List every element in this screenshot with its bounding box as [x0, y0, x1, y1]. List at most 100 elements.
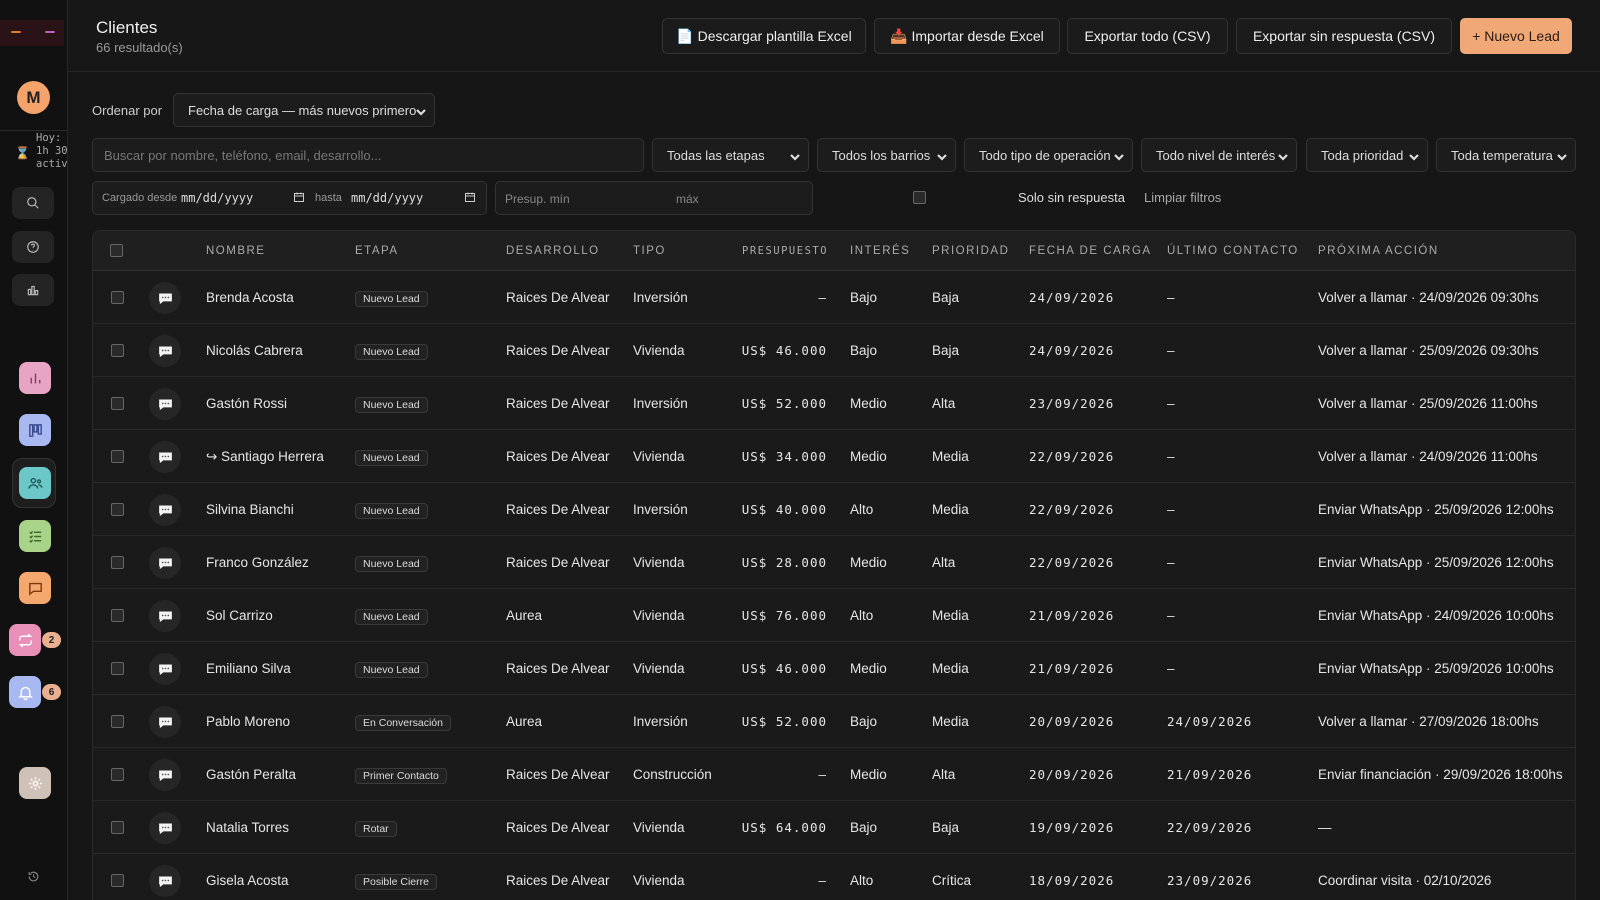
table-row[interactable]: ↪ Santiago Herrera Nuevo Lead Raices De …	[93, 430, 1575, 483]
whatsapp-button[interactable]	[149, 547, 181, 579]
sort-select[interactable]: Fecha de carga — más nuevos primero	[173, 93, 435, 127]
table-row[interactable]: Gastón Peralta Primer Contacto Raices De…	[93, 748, 1575, 801]
nav-messages[interactable]	[19, 572, 51, 604]
row-checkbox[interactable]	[111, 715, 124, 728]
whatsapp-button[interactable]	[149, 759, 181, 791]
history-button[interactable]	[27, 870, 41, 884]
budget-max-input[interactable]: máx	[676, 192, 699, 206]
whatsapp-button[interactable]	[149, 441, 181, 473]
date-from-input[interactable]: mm/dd/yyyy	[181, 191, 253, 205]
cell-nombre[interactable]: Gastón Peralta	[206, 767, 296, 782]
cell-nombre[interactable]: Silvina Bianchi	[206, 502, 294, 517]
table-row[interactable]: Brenda Acosta Nuevo Lead Raices De Alvea…	[93, 271, 1575, 324]
whatsapp-button[interactable]	[149, 600, 181, 632]
cell-presupuesto: —	[818, 767, 827, 782]
cell-nombre[interactable]: Pablo Moreno	[206, 714, 290, 729]
cell-nombre[interactable]: Nicolás Cabrera	[206, 343, 303, 358]
nav-tasks[interactable]	[19, 520, 51, 552]
row-checkbox[interactable]	[111, 821, 124, 834]
row-checkbox[interactable]	[111, 662, 124, 675]
cell-nombre[interactable]: Natalia Torres	[206, 820, 289, 835]
export-no-response-button[interactable]: Exportar sin respuesta (CSV)	[1236, 18, 1452, 54]
whatsapp-button[interactable]	[149, 494, 181, 526]
whatsapp-button[interactable]	[149, 812, 181, 844]
row-checkbox[interactable]	[111, 556, 124, 569]
col-header-desarrollo[interactable]: DESARROLLO	[506, 245, 600, 257]
nav-notifications[interactable]	[9, 676, 41, 708]
export-all-button[interactable]: Exportar todo (CSV)	[1067, 18, 1228, 54]
download-template-button[interactable]: 📄 Descargar plantilla Excel	[662, 18, 866, 54]
stage-filter[interactable]: Todas las etapas	[652, 138, 809, 172]
row-checkbox[interactable]	[111, 609, 124, 622]
cell-nombre[interactable]: Franco González	[206, 555, 309, 570]
whatsapp-button[interactable]	[149, 335, 181, 367]
col-header-fecha[interactable]: FECHA DE CARGA	[1029, 245, 1152, 257]
col-header-prioridad[interactable]: PRIORIDAD	[932, 245, 1009, 257]
repeat-icon	[18, 633, 32, 647]
cell-nombre[interactable]: Sol Carrizo	[206, 608, 273, 623]
col-header-proxima[interactable]: PRÓXIMA ACCIÓN	[1318, 245, 1439, 257]
cell-nombre[interactable]: Emiliano Silva	[206, 661, 291, 676]
nav-board[interactable]	[19, 414, 51, 446]
clear-filters-link[interactable]: Limpiar filtros	[1144, 190, 1221, 205]
no-response-checkbox[interactable]	[913, 191, 926, 204]
search-button[interactable]	[12, 187, 54, 219]
maximize-icon[interactable]	[45, 31, 55, 33]
table-row[interactable]: Gastón Rossi Nuevo Lead Raices De Alvear…	[93, 377, 1575, 430]
row-checkbox[interactable]	[111, 397, 124, 410]
col-header-nombre[interactable]: NOMBRE	[206, 245, 265, 257]
col-header-etapa[interactable]: ETAPA	[355, 245, 399, 257]
whatsapp-button[interactable]	[149, 865, 181, 897]
barrio-filter-value: Todos los barrios	[832, 147, 931, 163]
stage-badge: Nuevo Lead	[355, 609, 428, 625]
table-row[interactable]: Franco González Nuevo Lead Raices De Alv…	[93, 536, 1575, 589]
table-row[interactable]: Emiliano Silva Nuevo Lead Raices De Alve…	[93, 642, 1575, 695]
whatsapp-button[interactable]	[149, 388, 181, 420]
cell-nombre[interactable]: ↪ Santiago Herrera	[206, 449, 324, 465]
col-header-interes[interactable]: INTERÉS	[850, 245, 910, 257]
row-checkbox[interactable]	[111, 503, 124, 516]
cell-nombre[interactable]: Gastón Rossi	[206, 396, 287, 411]
nav-clients[interactable]	[19, 467, 51, 499]
cell-nombre[interactable]: Gisela Acosta	[206, 873, 289, 888]
col-header-tipo[interactable]: TIPO	[633, 245, 666, 257]
row-checkbox[interactable]	[111, 344, 124, 357]
import-excel-button[interactable]: 📥 Importar desde Excel	[874, 18, 1060, 54]
search-input[interactable]: Buscar por nombre, teléfono, email, desa…	[92, 138, 644, 172]
temperature-filter[interactable]: Toda temperatura	[1436, 138, 1576, 172]
chevron-down-icon	[1409, 154, 1419, 161]
interest-filter[interactable]: Todo nivel de interés	[1141, 138, 1297, 172]
nav-reminders[interactable]	[9, 624, 41, 656]
new-lead-button[interactable]: + Nuevo Lead	[1460, 18, 1572, 54]
table-row[interactable]: Pablo Moreno En Conversación Aurea Inver…	[93, 695, 1575, 748]
barrio-filter[interactable]: Todos los barrios	[817, 138, 956, 172]
calendar-icon[interactable]	[464, 191, 476, 203]
stats-button[interactable]	[12, 274, 54, 306]
nav-settings[interactable]	[19, 767, 51, 799]
select-all-checkbox[interactable]	[110, 244, 123, 257]
table-row[interactable]: Silvina Bianchi Nuevo Lead Raices De Alv…	[93, 483, 1575, 536]
budget-min-input[interactable]: Presup. mín	[505, 192, 570, 206]
table-row[interactable]: Natalia Torres Rotar Raices De Alvear Vi…	[93, 801, 1575, 854]
col-header-ultimo[interactable]: ÚLTIMO CONTACTO	[1167, 245, 1299, 257]
help-button[interactable]	[12, 231, 54, 263]
row-checkbox[interactable]	[111, 874, 124, 887]
row-checkbox[interactable]	[111, 450, 124, 463]
table-row[interactable]: Nicolás Cabrera Nuevo Lead Raices De Alv…	[93, 324, 1575, 377]
col-header-presupuesto[interactable]: PRESUPUESTO	[742, 245, 828, 257]
operation-filter[interactable]: Todo tipo de operación	[964, 138, 1133, 172]
calendar-icon[interactable]	[293, 191, 305, 203]
minimize-icon[interactable]	[11, 31, 21, 33]
priority-filter[interactable]: Toda prioridad	[1306, 138, 1428, 172]
table-row[interactable]: Gisela Acosta Posible Cierre Raices De A…	[93, 854, 1575, 900]
row-checkbox[interactable]	[111, 291, 124, 304]
nav-dashboard[interactable]	[19, 362, 51, 394]
date-to-input[interactable]: mm/dd/yyyy	[351, 191, 423, 205]
avatar[interactable]: M	[17, 81, 50, 114]
whatsapp-button[interactable]	[149, 282, 181, 314]
whatsapp-button[interactable]	[149, 653, 181, 685]
whatsapp-button[interactable]	[149, 706, 181, 738]
cell-nombre[interactable]: Brenda Acosta	[206, 290, 294, 305]
table-row[interactable]: Sol Carrizo Nuevo Lead Aurea Vivienda US…	[93, 589, 1575, 642]
row-checkbox[interactable]	[111, 768, 124, 781]
